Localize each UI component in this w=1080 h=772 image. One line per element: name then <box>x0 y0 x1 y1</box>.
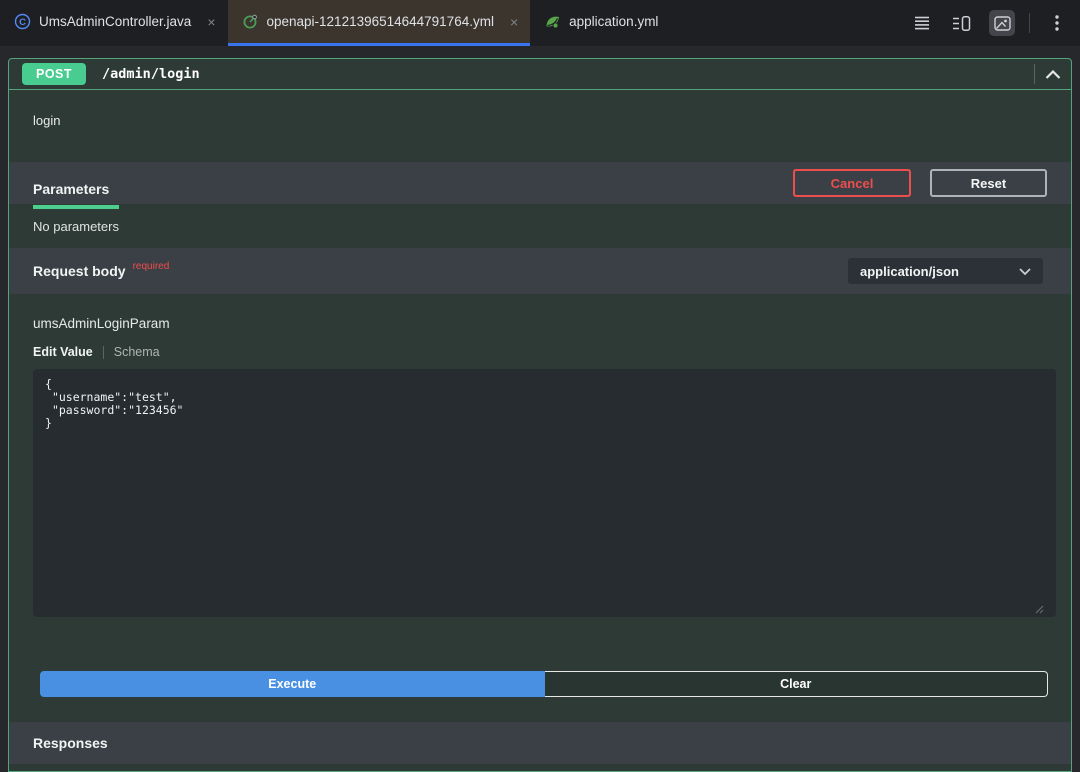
split-view-icon <box>953 15 971 31</box>
close-icon[interactable]: × <box>207 15 215 29</box>
parameters-header-band: Parameters Cancel Reset <box>9 162 1071 209</box>
execute-row: Execute Clear <box>40 671 1048 697</box>
request-body-title: Request body <box>33 263 126 279</box>
operation-summary: login <box>33 113 61 128</box>
tab-schema[interactable]: Schema <box>114 345 160 359</box>
tab-separator <box>102 345 104 359</box>
responses-header-band: Responses <box>9 722 1071 764</box>
preview-view-button[interactable] <box>989 10 1015 36</box>
java-class-icon: C <box>14 13 31 30</box>
schema-name: umsAdminLoginParam <box>33 316 170 331</box>
tab-ums-admin-controller[interactable]: C UmsAdminController.java × <box>0 0 228 46</box>
content-type-select[interactable]: application/json <box>848 258 1043 284</box>
content-type-value: application/json <box>860 263 959 279</box>
editor-toolbar <box>909 0 1080 46</box>
clear-button[interactable]: Clear <box>544 671 1048 697</box>
operation-path: /admin/login <box>102 66 200 82</box>
tab-label: UmsAdminController.java <box>39 14 192 29</box>
body-editor-container: { "username":"test", "password":"123456"… <box>33 369 1056 617</box>
parameters-title: Parameters <box>33 170 120 209</box>
header-divider <box>1034 64 1035 84</box>
svg-text:C: C <box>19 17 26 28</box>
editor-tab-bar: C UmsAdminController.java × openapi-1212… <box>0 0 1080 46</box>
toolbar-separator <box>1029 13 1030 33</box>
tab-label: application.yml <box>569 14 659 29</box>
operation-panel: POST /admin/login login Parameters Cance… <box>8 58 1072 772</box>
no-parameters-message: No parameters <box>33 218 119 234</box>
collapse-chevron-icon[interactable] <box>1045 69 1061 79</box>
split-view-button[interactable] <box>949 10 975 36</box>
request-body-input[interactable]: { "username":"test", "password":"123456"… <box>33 369 1056 617</box>
request-body-header-band: Request body required application/json <box>9 248 1071 294</box>
text-lines-icon <box>915 16 929 30</box>
responses-title: Responses <box>33 735 108 751</box>
chevron-down-icon <box>1019 267 1031 275</box>
openapi-icon <box>243 14 257 29</box>
text-view-button[interactable] <box>909 10 935 36</box>
tab-label: openapi-12121396514644791764.yml <box>266 14 494 29</box>
kebab-menu-icon <box>1055 15 1059 31</box>
tab-openapi-yml[interactable]: openapi-12121396514644791764.yml × <box>227 0 531 46</box>
resize-handle-icon[interactable] <box>1035 605 1044 614</box>
image-icon <box>993 15 1011 31</box>
more-options-button[interactable] <box>1044 10 1070 36</box>
execute-button[interactable]: Execute <box>40 671 545 697</box>
reset-button[interactable]: Reset <box>930 169 1047 197</box>
tab-edit-value[interactable]: Edit Value <box>33 345 93 359</box>
cancel-button[interactable]: Cancel <box>793 169 911 197</box>
tab-application-yml[interactable]: application.yml <box>530 0 670 46</box>
method-badge: POST <box>22 63 87 85</box>
body-value-tabs: Edit Value Schema <box>33 345 1071 359</box>
required-label: required <box>132 260 170 272</box>
close-icon[interactable]: × <box>510 15 518 29</box>
operation-header[interactable]: POST /admin/login <box>9 59 1071 90</box>
spring-boot-icon <box>546 16 560 29</box>
